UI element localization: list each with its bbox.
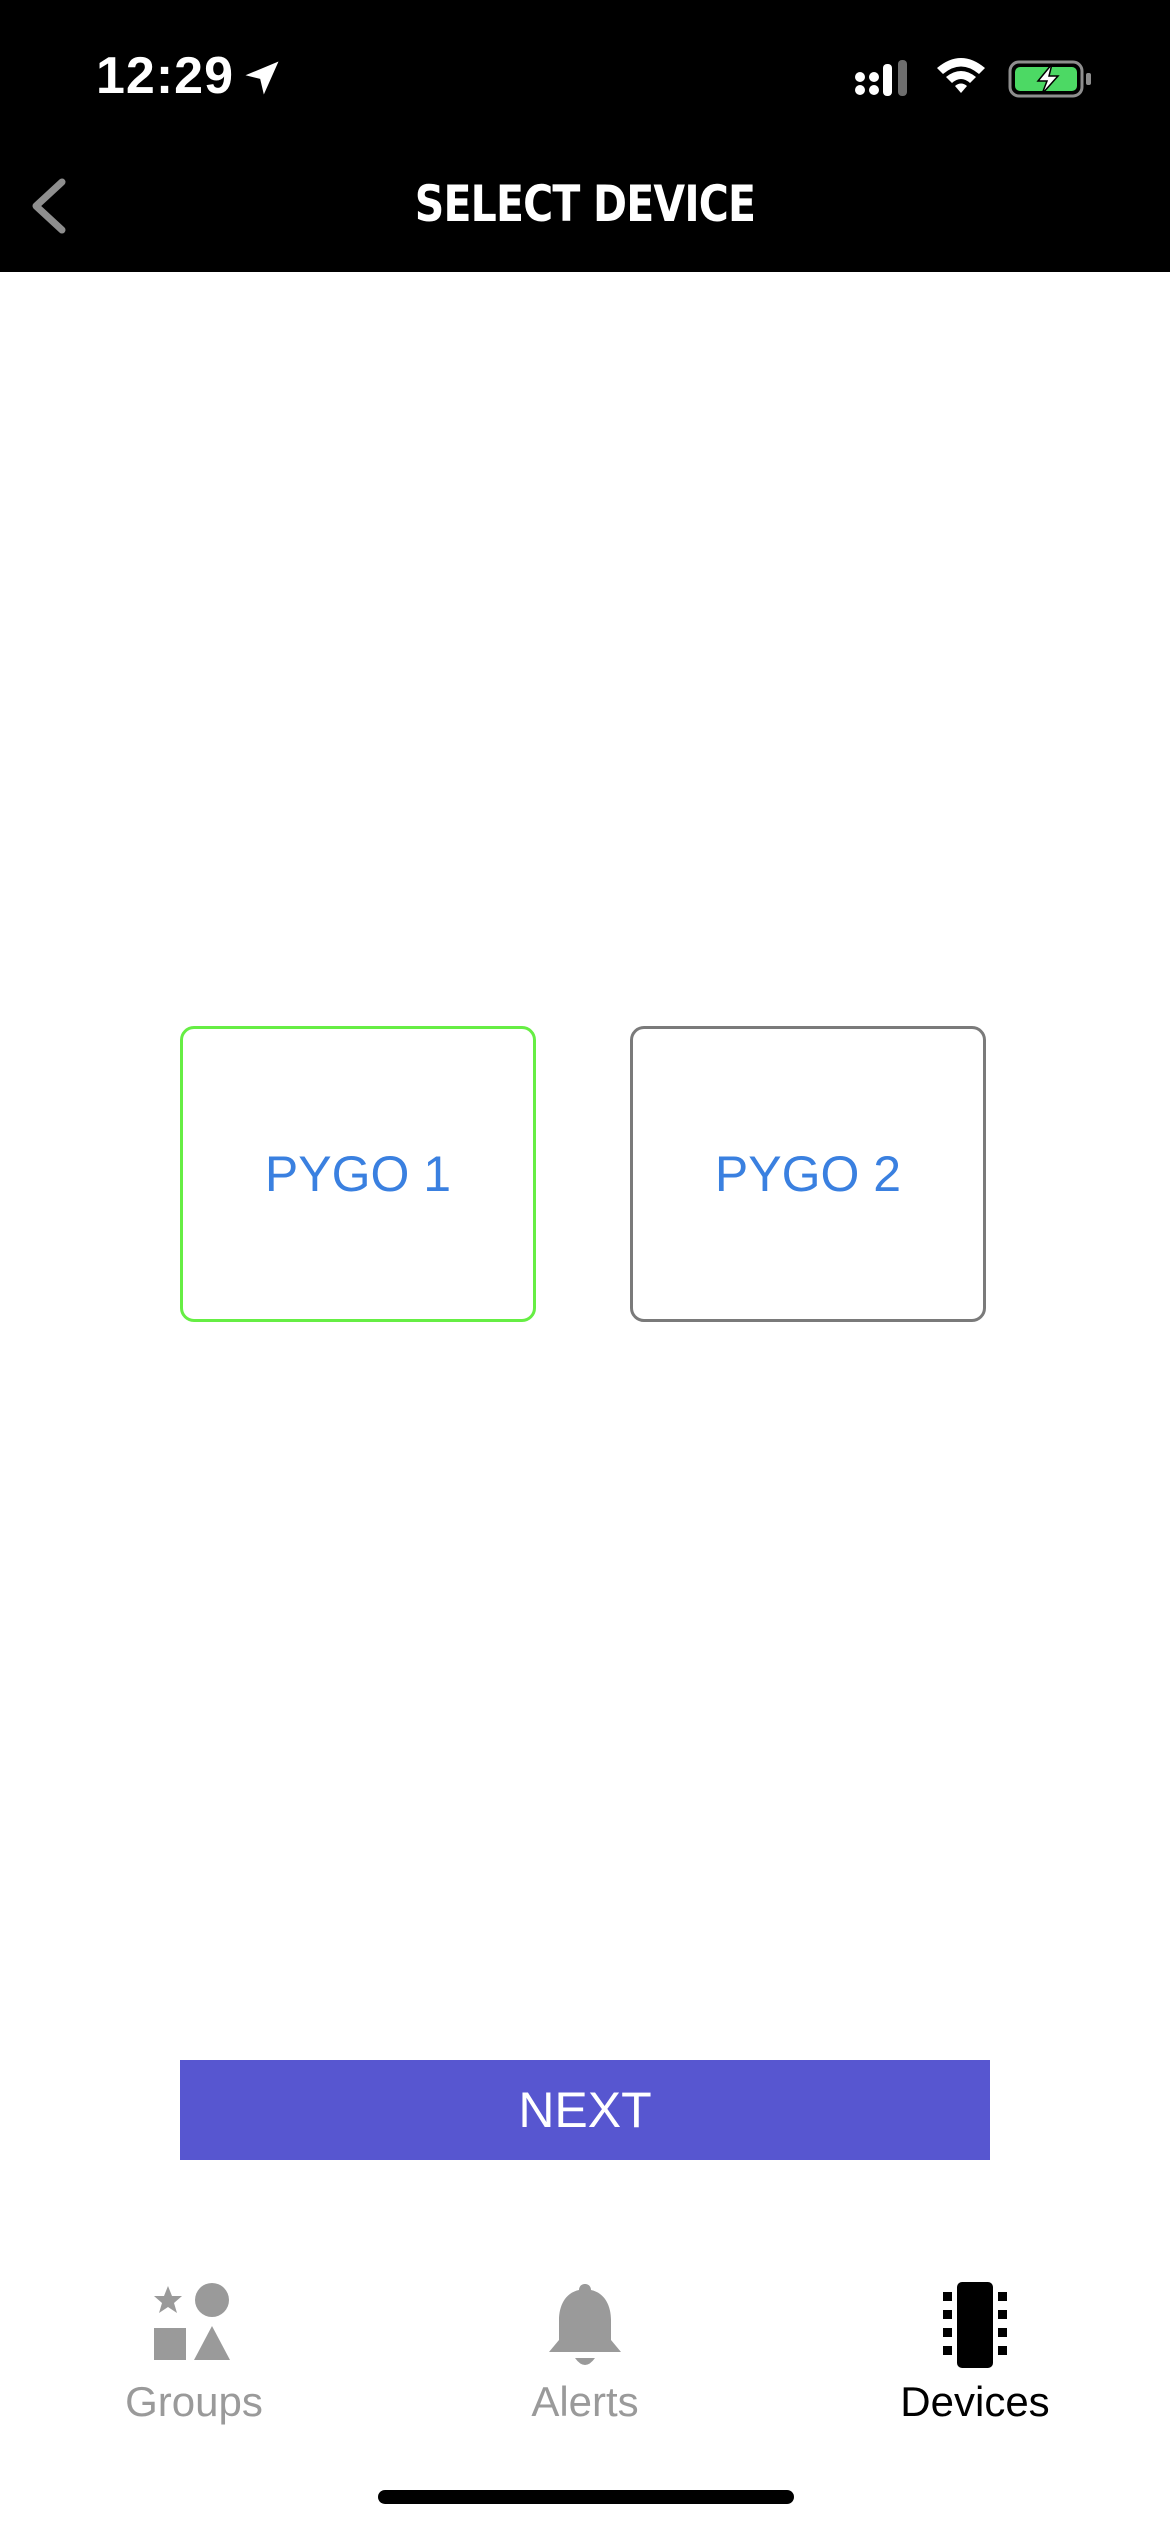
back-button[interactable]: [20, 170, 80, 242]
tab-devices-label: Devices: [900, 2378, 1050, 2425]
tab-alerts[interactable]: Alerts: [435, 2280, 735, 2430]
device-option-pygo-1[interactable]: PYGO 1: [180, 1026, 536, 1322]
location-arrow-icon: [245, 61, 279, 95]
tab-groups[interactable]: Groups: [44, 2280, 344, 2430]
tab-groups-label: Groups: [125, 2378, 263, 2425]
chip-icon: [943, 2282, 1007, 2368]
page-title: SELECT DEVICE: [414, 175, 756, 233]
select-device-screen: 12:29 SELECT DEVICE PYGO 1 PYGO 2 NEXT G…: [0, 0, 1170, 2532]
next-button[interactable]: NEXT: [180, 2060, 990, 2160]
next-button-label: NEXT: [518, 2082, 652, 2138]
bell-icon: [549, 2284, 621, 2365]
device-option-label: PYGO 1: [264, 1146, 452, 1202]
top-bar: 12:29 SELECT DEVICE: [0, 0, 1170, 272]
battery-charging-icon: [1008, 60, 1091, 98]
device-option-label: PYGO 2: [714, 1146, 902, 1202]
tab-alerts-label: Alerts: [531, 2378, 639, 2425]
status-time: 12:29: [96, 47, 234, 105]
device-option-pygo-2[interactable]: PYGO 2: [630, 1026, 986, 1322]
cellular-signal-icon: [855, 60, 907, 96]
shapes-icon: [154, 2283, 230, 2360]
tab-devices[interactable]: Devices: [825, 2280, 1125, 2430]
wifi-icon: [937, 58, 985, 93]
home-indicator[interactable]: [378, 2490, 794, 2504]
